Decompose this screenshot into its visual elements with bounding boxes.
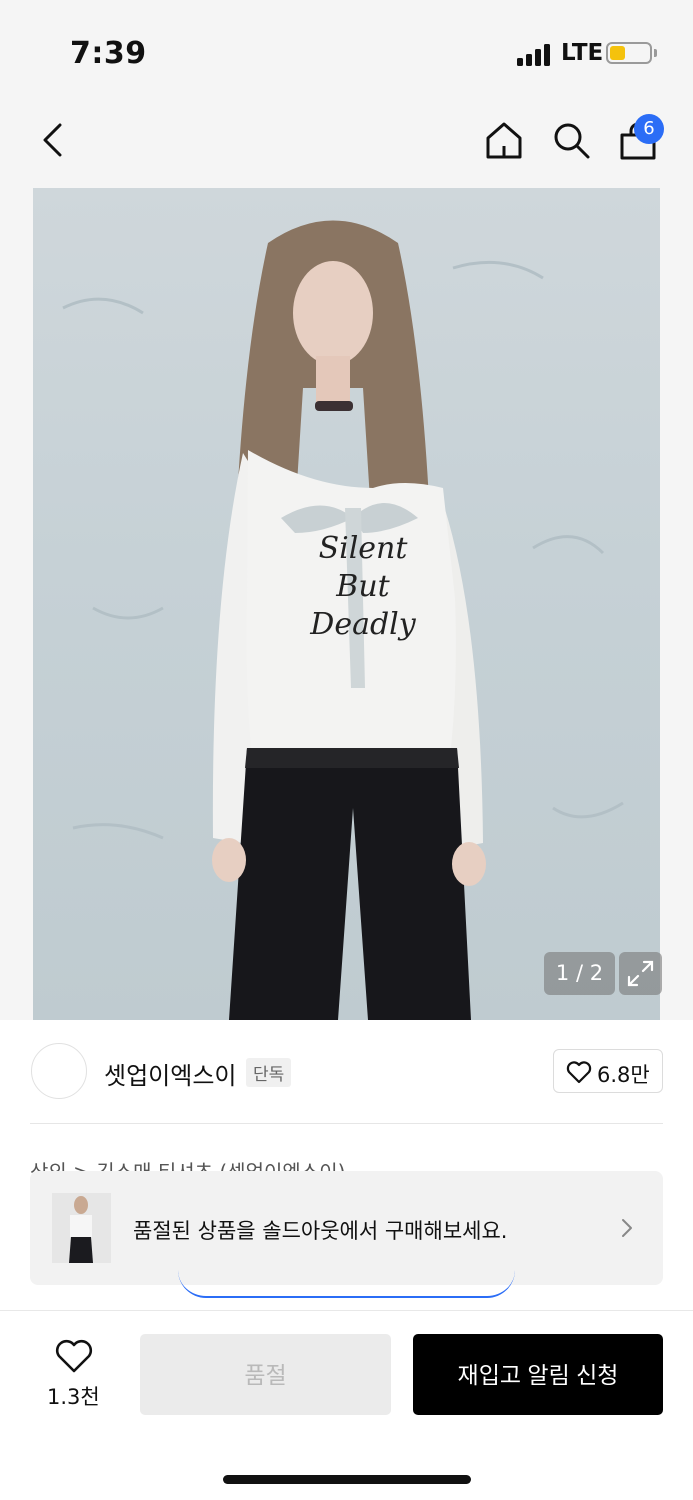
shirt-text-line: Deadly	[310, 607, 416, 642]
soldout-banner[interactable]: 품절된 상품을 솔드아웃에서 구매해보세요.	[30, 1171, 663, 1285]
divider	[30, 1123, 663, 1124]
shirt-text-line: But	[336, 569, 390, 604]
home-icon[interactable]	[484, 120, 524, 160]
restock-alert-button[interactable]: 재입고 알림 신청	[413, 1334, 663, 1415]
brand-like-button[interactable]: 6.8만	[553, 1049, 663, 1093]
thumbnail-photo	[52, 1193, 111, 1263]
image-pager: 1 / 2	[544, 952, 615, 995]
product-image[interactable]: Silent But Deadly	[33, 188, 660, 1020]
cart-count-badge: 6	[634, 114, 664, 144]
soldout-button: 품절	[140, 1334, 391, 1415]
heart-icon	[566, 1061, 592, 1084]
chevron-right-icon	[622, 1219, 632, 1237]
shirt-text-line: Silent	[318, 531, 408, 566]
wishlist-count: 1.3천	[47, 1385, 100, 1409]
battery-icon	[606, 42, 652, 64]
expand-image-button[interactable]	[619, 952, 662, 995]
cellular-signal-icon	[517, 44, 555, 66]
back-icon[interactable]	[40, 122, 66, 158]
partial-outline-button	[178, 1270, 515, 1298]
search-icon[interactable]	[551, 120, 591, 160]
status-time: 7:39	[70, 36, 147, 71]
exclusive-badge: 단독	[246, 1058, 292, 1087]
brand-logo[interactable]	[31, 1043, 87, 1099]
wishlist-heart-icon[interactable]	[54, 1338, 94, 1374]
expand-icon	[627, 960, 654, 987]
banner-thumbnail	[52, 1193, 111, 1263]
network-type: LTE	[561, 40, 604, 66]
battery-cap	[654, 49, 657, 57]
soldout-banner-text: 품절된 상품을 솔드아웃에서 구매해보세요.	[133, 1219, 508, 1243]
brand-name[interactable]: 셋업이엑스이	[104, 1056, 236, 1091]
brand-like-count: 6.8만	[597, 1063, 650, 1087]
shirt-graphic-text: Silent But Deadly	[308, 530, 418, 644]
home-indicator	[223, 1475, 471, 1484]
